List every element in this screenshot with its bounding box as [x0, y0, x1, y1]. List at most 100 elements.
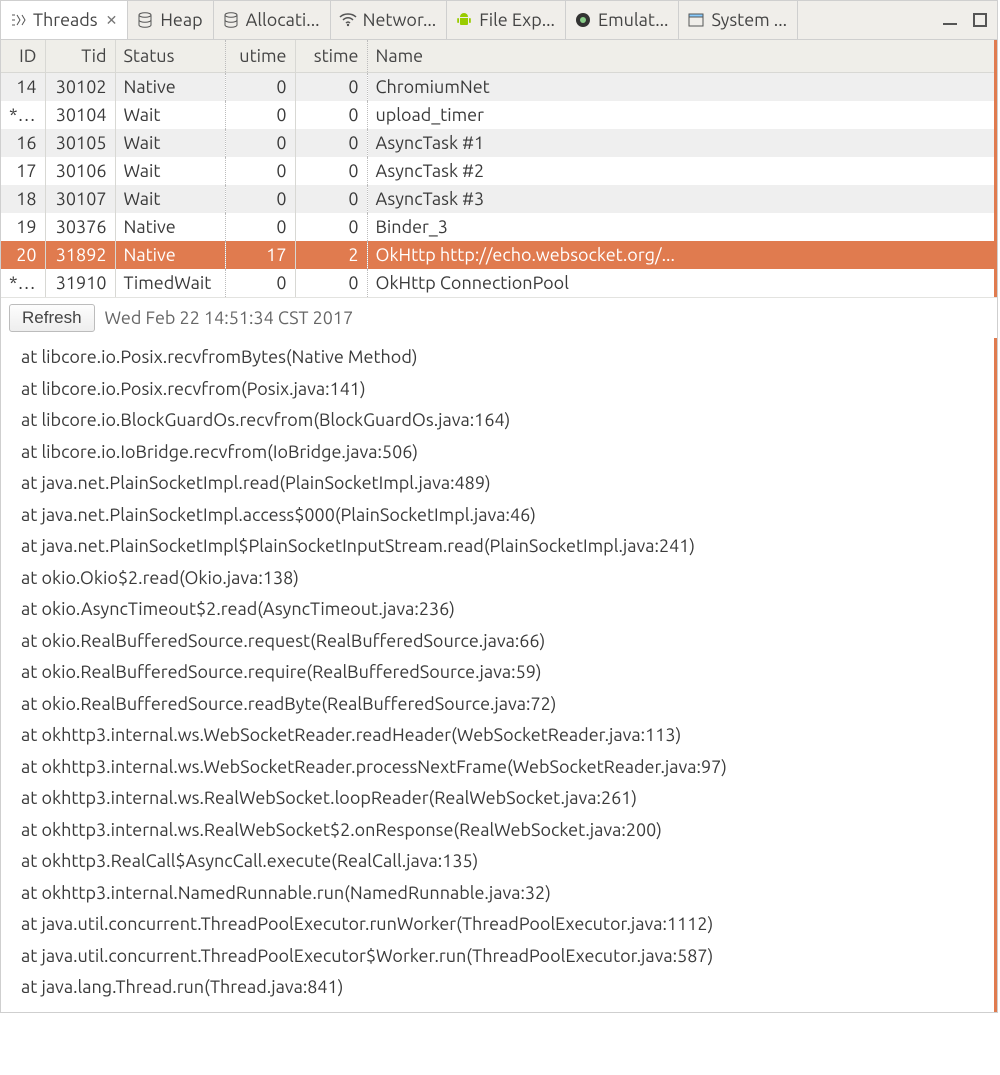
table-cell: Wait — [115, 157, 225, 185]
tab-heap[interactable]: Heap — [128, 1, 213, 39]
table-cell: 30106 — [45, 157, 115, 185]
stack-frame: at java.net.PlainSocketImpl.read(PlainSo… — [21, 468, 994, 500]
table-cell: 0 — [225, 185, 295, 213]
tab-label: Heap — [160, 10, 202, 30]
table-cell: upload_timer — [367, 101, 994, 129]
tab-label: Networ... — [363, 10, 437, 30]
table-cell: 31910 — [45, 269, 115, 297]
table-cell: 20 — [1, 241, 45, 269]
table-cell: 0 — [295, 213, 367, 241]
tab-allocation-tracker[interactable]: Allocati... — [214, 1, 331, 39]
table-cell: 14 — [1, 73, 45, 102]
disc-icon — [574, 11, 592, 29]
stack-frame: at libcore.io.IoBridge.recvfrom(IoBridge… — [21, 437, 994, 469]
col-header-status[interactable]: Status — [115, 40, 225, 73]
table-cell: Native — [115, 241, 225, 269]
stack-frame: at okio.Okio$2.read(Okio.java:138) — [21, 563, 994, 595]
stack-frame: at okio.RealBufferedSource.require(RealB… — [21, 657, 994, 689]
stack-frame: at java.lang.Thread.run(Thread.java:841) — [21, 972, 994, 1004]
col-header-stime[interactable]: stime — [295, 40, 367, 73]
col-header-utime[interactable]: utime — [225, 40, 295, 73]
table-row[interactable]: 2031892Native172OkHttp http://echo.webso… — [1, 241, 994, 269]
col-header-name[interactable]: Name — [367, 40, 994, 73]
view-tab-bar: Threads ✕ Heap Allocati... Networ... F — [1, 1, 997, 40]
stack-trace-panel[interactable]: at libcore.io.Posix.recvfromBytes(Native… — [1, 338, 997, 1012]
tab-emulator-control[interactable]: Emulat... — [566, 1, 680, 39]
stack-frame: at okio.RealBufferedSource.request(RealB… — [21, 626, 994, 658]
tab-threads[interactable]: Threads ✕ — [1, 1, 128, 39]
table-cell: ChromiumNet — [367, 73, 994, 102]
stack-frame: at okio.AsyncTimeout$2.read(AsyncTimeout… — [21, 594, 994, 626]
stack-frame: at okio.RealBufferedSource.readByte(Real… — [21, 689, 994, 721]
tab-file-explorer[interactable]: File Exp... — [447, 1, 566, 39]
table-cell: *15 — [1, 101, 45, 129]
table-cell: 30105 — [45, 129, 115, 157]
ddms-threads-panel: Threads ✕ Heap Allocati... Networ... F — [0, 0, 998, 1013]
refresh-button[interactable]: Refresh — [9, 304, 95, 332]
table-row[interactable]: *1530104Wait00upload_timer — [1, 101, 994, 129]
table-cell: 19 — [1, 213, 45, 241]
table-row[interactable]: 1630105Wait00AsyncTask #1 — [1, 129, 994, 157]
threads-table-wrap: ID Tid Status utime stime Name 1430102Na… — [1, 40, 997, 297]
table-cell: TimedWait — [115, 269, 225, 297]
table-cell: 30376 — [45, 213, 115, 241]
stack-frame: at okhttp3.internal.ws.WebSocketReader.r… — [21, 720, 994, 752]
stack-frame: at libcore.io.BlockGuardOs.recvfrom(Bloc… — [21, 405, 994, 437]
table-cell: 18 — [1, 185, 45, 213]
table-cell: Binder_3 — [367, 213, 994, 241]
table-cell: AsyncTask #2 — [367, 157, 994, 185]
stack-frame: at java.util.concurrent.ThreadPoolExecut… — [21, 941, 994, 973]
stack-frame: at okhttp3.internal.ws.RealWebSocket.loo… — [21, 783, 994, 815]
db-icon — [222, 11, 240, 29]
maximize-icon[interactable] — [973, 13, 987, 27]
col-header-tid[interactable]: Tid — [45, 40, 115, 73]
tab-label: Allocati... — [246, 10, 320, 30]
table-cell: 0 — [225, 269, 295, 297]
tab-label: System ... — [711, 10, 787, 30]
table-cell: Wait — [115, 185, 225, 213]
threads-table[interactable]: ID Tid Status utime stime Name 1430102Na… — [1, 40, 994, 297]
table-cell: 0 — [295, 269, 367, 297]
table-cell: Native — [115, 73, 225, 102]
table-cell: 31892 — [45, 241, 115, 269]
table-cell: 30104 — [45, 101, 115, 129]
stack-frame: at java.util.concurrent.ThreadPoolExecut… — [21, 909, 994, 941]
col-header-id[interactable]: ID — [1, 40, 45, 73]
tab-label: Threads — [33, 10, 98, 30]
table-cell: 0 — [295, 129, 367, 157]
table-cell: 0 — [295, 185, 367, 213]
table-cell: 17 — [1, 157, 45, 185]
stack-frame: at libcore.io.Posix.recvfrom(Posix.java:… — [21, 374, 994, 406]
table-row[interactable]: 1430102Native00ChromiumNet — [1, 73, 994, 102]
table-cell: *21 — [1, 269, 45, 297]
tab-network[interactable]: Networ... — [331, 1, 448, 39]
table-cell: 16 — [1, 129, 45, 157]
stack-frame: at java.net.PlainSocketImpl$PlainSocketI… — [21, 531, 994, 563]
table-cell: Wait — [115, 101, 225, 129]
table-cell: Native — [115, 213, 225, 241]
stack-frame: at okhttp3.internal.NamedRunnable.run(Na… — [21, 878, 994, 910]
table-row[interactable]: 1930376Native00Binder_3 — [1, 213, 994, 241]
table-row[interactable]: *2131910TimedWait00OkHttp ConnectionPool — [1, 269, 994, 297]
table-cell: 30107 — [45, 185, 115, 213]
table-cell: 0 — [225, 213, 295, 241]
table-header-row: ID Tid Status utime stime Name — [1, 40, 994, 73]
stack-frame: at okhttp3.internal.ws.RealWebSocket$2.o… — [21, 815, 994, 847]
close-icon[interactable]: ✕ — [104, 12, 118, 29]
minimize-icon[interactable] — [943, 11, 957, 25]
tab-system-information[interactable]: System ... — [679, 1, 798, 39]
refresh-bar: Refresh Wed Feb 22 14:51:34 CST 2017 — [1, 297, 997, 338]
table-cell: 0 — [295, 73, 367, 102]
table-cell: OkHttp ConnectionPool — [367, 269, 994, 297]
table-row[interactable]: 1730106Wait00AsyncTask #2 — [1, 157, 994, 185]
table-row[interactable]: 1830107Wait00AsyncTask #3 — [1, 185, 994, 213]
wifi-icon — [339, 11, 357, 29]
table-cell: AsyncTask #1 — [367, 129, 994, 157]
stack-frame: at okhttp3.RealCall$AsyncCall.execute(Re… — [21, 846, 994, 878]
tab-label: Emulat... — [598, 10, 669, 30]
table-cell: 0 — [225, 101, 295, 129]
table-cell: 0 — [295, 101, 367, 129]
table-cell: OkHttp http://echo.websocket.org/... — [367, 241, 994, 269]
stack-frame: at okhttp3.internal.ws.WebSocketReader.p… — [21, 752, 994, 784]
stack-frame: at java.net.PlainSocketImpl.access$000(P… — [21, 500, 994, 532]
